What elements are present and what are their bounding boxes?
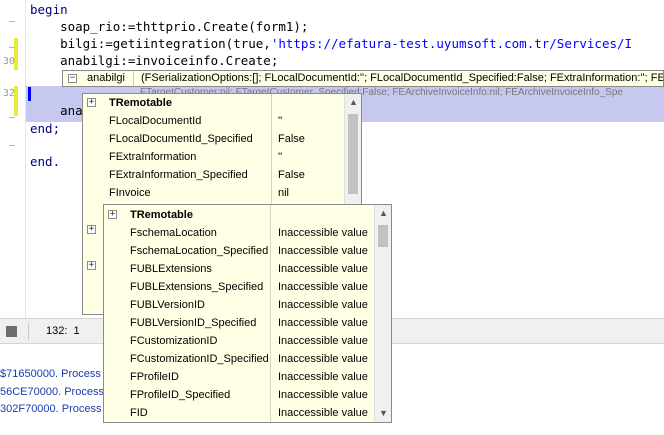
inspector-row[interactable]: FUBLExtensions Inaccessible value (104, 260, 373, 278)
scrollbar-thumb[interactable] (348, 114, 358, 194)
inspector-row[interactable]: FProfileID Inaccessible value (104, 368, 373, 386)
field-value: Inaccessible value (278, 227, 368, 239)
evaluated-variable-value: (FSerializationOptions:[]; FLocalDocumen… (141, 72, 664, 84)
field-value: Inaccessible value (278, 263, 368, 275)
field-value: False (278, 133, 305, 145)
inspector-row[interactable]: FUBLVersionID Inaccessible value (104, 296, 373, 314)
inspector-row[interactable]: FschemaLocation Inaccessible value (104, 224, 373, 242)
inspector-row[interactable]: FUBLVersionID_Specified Inaccessible val… (104, 314, 373, 332)
field-name: FExtraInformation (109, 151, 197, 163)
message-line[interactable]: $71650000. Process x (0, 366, 109, 382)
field-value: Inaccessible value (278, 371, 368, 383)
field-name: FUBLVersionID (130, 299, 205, 311)
gutter-dot (9, 117, 15, 118)
field-name: FInvoice (109, 187, 151, 199)
field-name: TRemotable (130, 209, 193, 221)
status-separator (28, 323, 29, 340)
expand-box-icon[interactable]: + (87, 225, 96, 234)
field-value: False (278, 169, 305, 181)
code-line[interactable]: end. (30, 153, 60, 170)
scroll-up-icon[interactable]: ▲ (375, 205, 391, 222)
column-separator (133, 71, 134, 86)
field-value: '' (278, 151, 283, 163)
message-line[interactable]: 56CE70000. Process x (0, 384, 113, 400)
expand-box-icon[interactable]: + (87, 261, 96, 270)
field-name: FUBLExtensions (130, 263, 212, 275)
inspector-row[interactable]: FCustomizationID_Specified Inaccessible … (104, 350, 373, 368)
code-line[interactable]: ana (30, 102, 83, 119)
field-name: FLocalDocumentId (109, 115, 202, 127)
inspector-scrollbar[interactable]: ▲ ▼ (374, 205, 391, 422)
editor-gutter: 30 32 (0, 0, 26, 318)
field-name: FschemaLocation_Specified (130, 245, 269, 257)
code-line[interactable]: bilgi:=getiintegration(true,'https://efa… (30, 35, 632, 52)
inspector-row[interactable]: FProfileID_Specified Inaccessible value (104, 386, 373, 404)
field-value: Inaccessible value (278, 299, 368, 311)
message-line[interactable]: 302F70000. Process x (0, 401, 110, 417)
cursor-column: 1 (73, 325, 80, 337)
line-number: 32 (2, 88, 15, 99)
field-value: Inaccessible value (278, 245, 368, 257)
evaluated-variable-name: anabilgi (87, 72, 125, 84)
string-literal: 'https://efatura-test.uyumsoft.com.tr/Se… (270, 36, 633, 51)
inspector-row[interactable]: FExtraInformation_Specified False (83, 166, 343, 184)
inspector-row[interactable]: FID Inaccessible value (104, 404, 373, 422)
text-caret (28, 87, 31, 101)
cursor-line: 132 (46, 325, 65, 337)
inspector-row[interactable]: FLocalDocumentId '' (83, 112, 343, 130)
field-value: Inaccessible value (278, 353, 368, 365)
expand-box-icon[interactable]: + (108, 210, 117, 219)
line-number: 30 (2, 56, 15, 67)
expand-box-icon[interactable]: + (87, 98, 96, 107)
inspector-row[interactable]: FUBLExtensions_Specified Inaccessible va… (104, 278, 373, 296)
scrollbar-thumb[interactable] (378, 225, 388, 247)
inspector-row[interactable]: + TRemotable (104, 206, 373, 224)
field-value: '' (278, 115, 283, 127)
code-text: bilgi:=getiintegration(true, (30, 36, 271, 51)
object-inspector-level2[interactable]: + TRemotable FschemaLocation Inaccessibl… (103, 204, 392, 423)
inspector-row[interactable]: FLocalDocumentId_Specified False (83, 130, 343, 148)
field-name: FCustomizationID (130, 335, 218, 347)
gutter-dot (9, 145, 15, 146)
scroll-down-icon[interactable]: ▼ (375, 405, 391, 422)
scroll-up-icon[interactable]: ▲ (345, 94, 361, 111)
status-icon (6, 326, 17, 337)
inspector-row[interactable]: + TRemotable (83, 94, 343, 112)
code-line[interactable]: end; (30, 120, 60, 137)
field-name: FLocalDocumentId_Specified (109, 133, 253, 145)
code-line[interactable]: soap_rio:=thttprio.Create(form1); (30, 18, 308, 35)
field-value: Inaccessible value (278, 407, 368, 419)
collapse-box-icon[interactable]: − (68, 74, 77, 83)
field-name: FExtraInformation_Specified (109, 169, 248, 181)
field-name: FProfileID_Specified (130, 389, 231, 401)
field-name: FProfileID (130, 371, 179, 383)
field-value: Inaccessible value (278, 281, 368, 293)
gutter-dot (9, 47, 15, 48)
code-line[interactable]: anabilgi:=invoiceinfo.Create; (30, 52, 278, 69)
inspector-row[interactable]: FCustomizationID Inaccessible value (104, 332, 373, 350)
field-name: FschemaLocation (130, 227, 217, 239)
field-name: TRemotable (109, 97, 172, 109)
field-name: FCustomizationID_Specified (130, 353, 269, 365)
field-name: FUBLVersionID_Specified (130, 317, 257, 329)
field-value: Inaccessible value (278, 389, 368, 401)
field-value: Inaccessible value (278, 317, 368, 329)
field-name: FID (130, 407, 148, 419)
field-value: nil (278, 187, 290, 199)
inspector-row[interactable]: FInvoice nil (83, 184, 343, 202)
cursor-position: 132: 1 (46, 325, 80, 337)
inspector-row[interactable]: FschemaLocation_Specified Inaccessible v… (104, 242, 373, 260)
field-name: FUBLExtensions_Specified (130, 281, 264, 293)
field-value: Inaccessible value (278, 335, 368, 347)
evaluation-tooltip-header: − anabilgi (FSerializationOptions:[]; FL… (62, 70, 664, 87)
inspector-row[interactable]: FExtraInformation '' (83, 148, 343, 166)
code-line[interactable]: begin (30, 1, 68, 18)
gutter-dot (9, 21, 15, 22)
